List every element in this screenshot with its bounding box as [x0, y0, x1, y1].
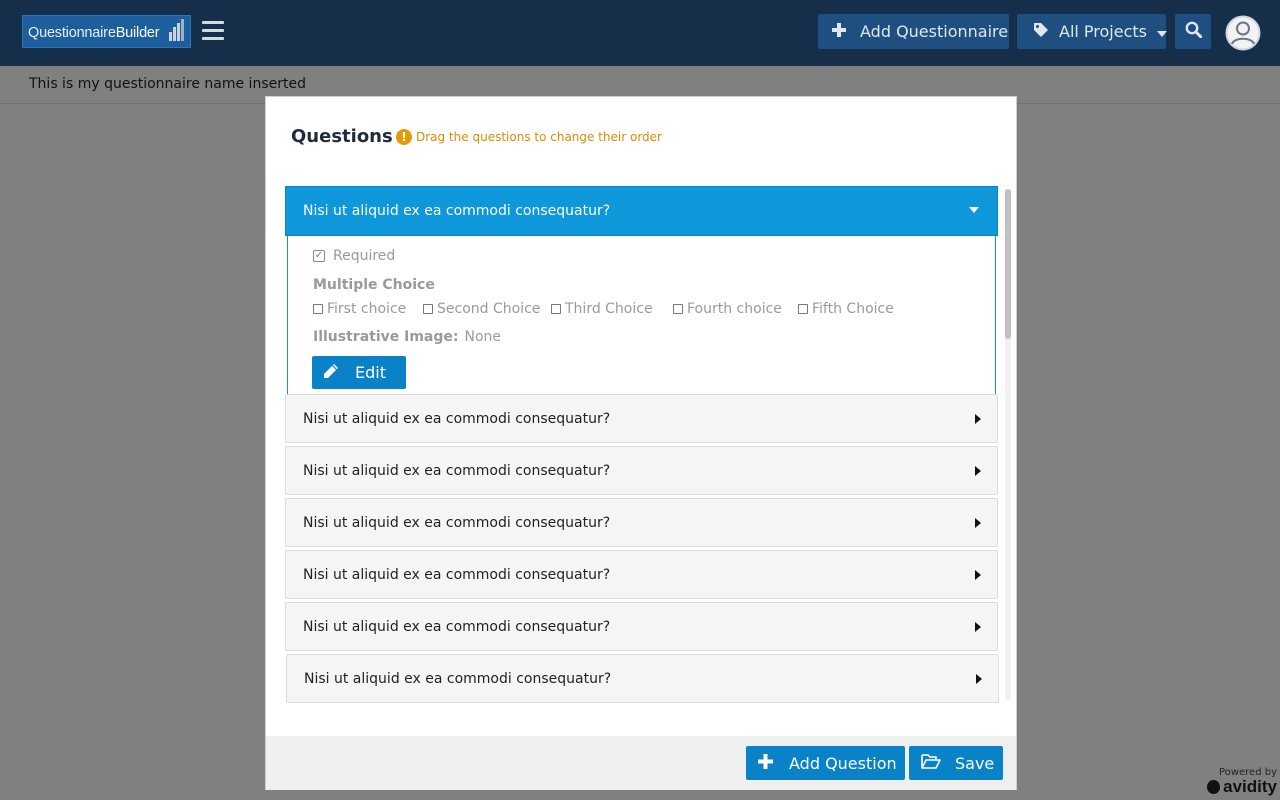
- caret-right-icon: [976, 674, 982, 684]
- questions-modal: Questions ! Drag the questions to change…: [265, 96, 1017, 790]
- checkbox-icon: [551, 304, 561, 314]
- illustrative-image-row: Illustrative Image: None: [313, 329, 501, 345]
- question-title: Nisi ut aliquid ex ea commodi consequatu…: [303, 566, 611, 583]
- add-questionnaire-button[interactable]: Add Questionnaire: [818, 14, 1009, 49]
- question-header-expanded[interactable]: Nisi ut aliquid ex ea commodi consequatu…: [285, 186, 998, 236]
- caret-right-icon: [975, 622, 981, 632]
- question-item[interactable]: Nisi ut aliquid ex ea commodi consequatu…: [285, 446, 998, 495]
- drag-hint: ! Drag the questions to change their ord…: [396, 129, 662, 145]
- illustrative-image-label: Illustrative Image:: [313, 329, 459, 345]
- required-label: Required: [333, 248, 396, 264]
- edit-label: Edit: [355, 363, 386, 382]
- user-avatar-icon[interactable]: [1225, 15, 1261, 51]
- edit-question-button[interactable]: Edit: [312, 356, 406, 389]
- save-label: Save: [955, 753, 995, 773]
- top-navbar: QuestionnaireBuilder Add Questionnaire A…: [0, 0, 1280, 66]
- search-icon: [1185, 21, 1202, 42]
- scrollbar-thumb[interactable]: [1005, 189, 1011, 339]
- caret-right-icon: [975, 570, 981, 580]
- brand-name: avidity: [1223, 777, 1277, 796]
- choice-item: Fifth Choice: [798, 301, 894, 317]
- add-questionnaire-label: Add Questionnaire: [860, 22, 1009, 41]
- question-item[interactable]: Nisi ut aliquid ex ea commodi consequatu…: [285, 602, 998, 651]
- checked-square-icon: ✓: [313, 250, 325, 262]
- checkbox-icon: [798, 304, 808, 314]
- question-title: Nisi ut aliquid ex ea commodi consequatu…: [303, 514, 611, 531]
- chevron-down-icon: [1157, 22, 1167, 41]
- app-logo[interactable]: QuestionnaireBuilder: [22, 15, 191, 48]
- add-question-button[interactable]: Add Question: [746, 746, 905, 780]
- tag-icon: [1033, 22, 1049, 42]
- question-item[interactable]: Nisi ut aliquid ex ea commodi consequatu…: [285, 394, 998, 443]
- caret-down-icon: [969, 207, 979, 213]
- questions-scrollbar[interactable]: [1005, 189, 1011, 701]
- question-details: ✓ Required Multiple Choice First choice …: [287, 236, 996, 396]
- choices-list: First choice Second Choice Third Choice …: [313, 301, 993, 321]
- checkbox-icon: [673, 304, 683, 314]
- question-title: Nisi ut aliquid ex ea commodi consequatu…: [303, 462, 611, 479]
- choice-item: First choice: [313, 301, 406, 317]
- question-title: Nisi ut aliquid ex ea commodi consequatu…: [303, 203, 611, 219]
- logo-bars-icon: [169, 19, 185, 41]
- plus-icon: [832, 22, 846, 41]
- required-indicator: ✓ Required: [313, 248, 395, 264]
- plus-icon: [758, 753, 773, 773]
- caret-right-icon: [975, 466, 981, 476]
- caret-right-icon: [975, 518, 981, 528]
- hamburger-icon[interactable]: [202, 21, 224, 41]
- save-button[interactable]: Save: [909, 746, 1003, 780]
- checkbox-icon: [313, 304, 323, 314]
- brand-logo: avidity: [1207, 777, 1277, 797]
- projects-dropdown[interactable]: All Projects: [1017, 14, 1167, 49]
- modal-footer: Add Question Save: [266, 736, 1016, 790]
- choice-item: Second Choice: [423, 301, 540, 317]
- brand-logo-icon: [1207, 780, 1221, 794]
- choice-item: Fourth choice: [673, 301, 782, 317]
- drag-hint-text: Drag the questions to change their order: [416, 130, 662, 144]
- question-title: Nisi ut aliquid ex ea commodi consequatu…: [303, 410, 611, 427]
- questionnaire-name: This is my questionnaire name inserted: [29, 76, 306, 92]
- pencil-icon: [323, 363, 339, 383]
- modal-title: Questions: [291, 126, 393, 147]
- question-title: Nisi ut aliquid ex ea commodi consequatu…: [304, 670, 612, 687]
- add-question-label: Add Question: [789, 753, 897, 773]
- search-button[interactable]: [1175, 14, 1211, 49]
- projects-label: All Projects: [1059, 22, 1147, 41]
- exclamation-circle-icon: !: [396, 129, 412, 145]
- question-type-label: Multiple Choice: [313, 277, 435, 293]
- folder-open-icon: [921, 753, 941, 773]
- question-title: Nisi ut aliquid ex ea commodi consequatu…: [303, 618, 611, 635]
- choice-item: Third Choice: [551, 301, 653, 317]
- caret-right-icon: [975, 414, 981, 424]
- logo-text: QuestionnaireBuilder: [28, 25, 160, 41]
- checkbox-icon: [423, 304, 433, 314]
- question-item[interactable]: Nisi ut aliquid ex ea commodi consequatu…: [285, 498, 998, 547]
- illustrative-image-value: None: [464, 329, 502, 345]
- powered-by-badge[interactable]: Powered by avidity: [1207, 767, 1277, 797]
- question-item[interactable]: Nisi ut aliquid ex ea commodi consequatu…: [285, 550, 998, 599]
- question-item[interactable]: Nisi ut aliquid ex ea commodi consequatu…: [286, 654, 999, 703]
